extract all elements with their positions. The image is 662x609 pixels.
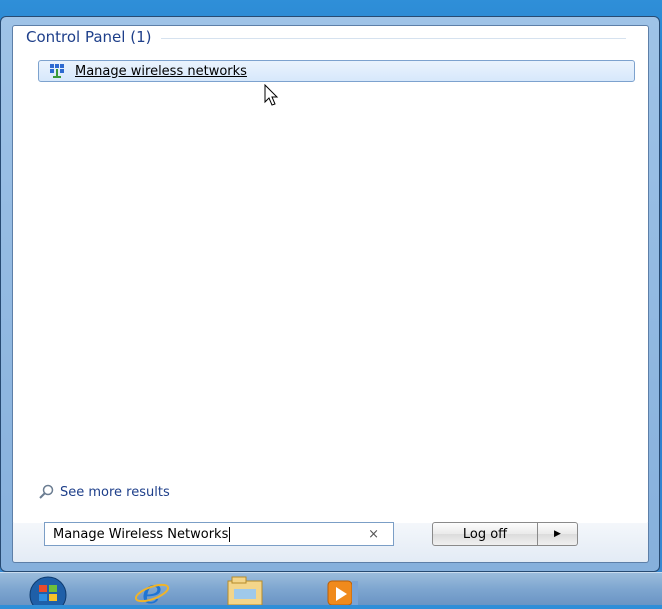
group-header-divider — [161, 37, 626, 39]
taskbar-windows-explorer[interactable] — [222, 575, 266, 606]
group-header-label: Control Panel (1) — [26, 28, 152, 46]
folder-icon — [227, 576, 263, 606]
taskbar-internet-explorer[interactable]: e — [132, 572, 172, 609]
start-button[interactable] — [28, 575, 68, 609]
result-label: Manage wireless networks — [75, 63, 247, 79]
mouse-cursor-icon — [264, 83, 280, 112]
result-manage-wireless-networks[interactable]: Manage wireless networks — [38, 60, 635, 82]
search-results-panel — [12, 25, 649, 525]
shutdown-options-arrow-icon[interactable]: ▶ — [538, 522, 578, 546]
wireless-networks-icon — [49, 63, 65, 79]
results-group-header[interactable]: Control Panel (1) — [26, 28, 626, 46]
log-off-button[interactable]: Log off — [432, 522, 538, 546]
see-more-label: See more results — [60, 484, 170, 500]
search-input[interactable]: Manage Wireless Networks × — [44, 522, 394, 546]
search-input-value: Manage Wireless Networks — [53, 526, 229, 542]
see-more-results-link[interactable]: See more results — [38, 484, 170, 500]
media-player-icon — [327, 580, 358, 606]
clear-search-icon[interactable]: × — [368, 527, 379, 542]
text-caret — [229, 526, 231, 542]
log-off-split-button: Log off ▶ — [432, 522, 578, 546]
taskbar-media-player[interactable] — [324, 575, 364, 606]
windows-logo-icon — [29, 576, 67, 609]
magnifier-icon — [39, 484, 54, 499]
internet-explorer-icon: e — [134, 572, 170, 609]
taskbar: e — [0, 572, 662, 609]
